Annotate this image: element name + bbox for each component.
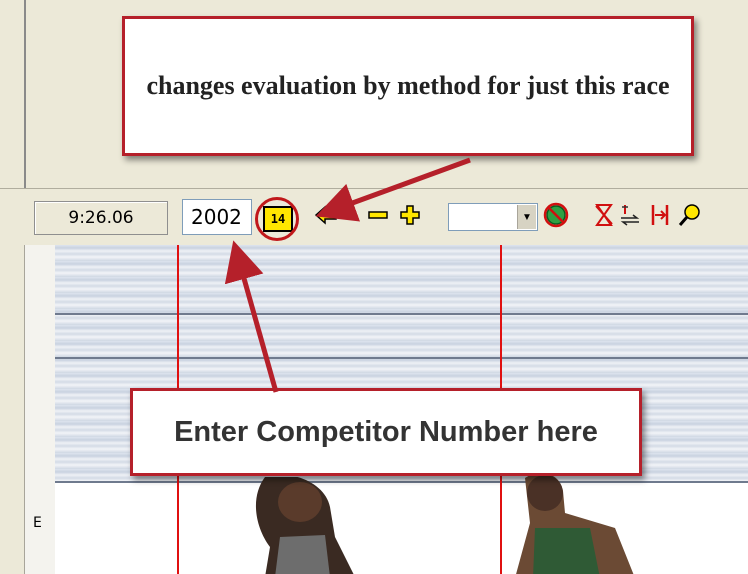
lane-ruler: E: [24, 245, 56, 574]
lane-line: [55, 357, 748, 359]
race-toolbar: 9:26.06 2002 14 ▼: [0, 188, 748, 245]
race-time-display: 9:26.06: [34, 201, 168, 235]
no-sync-icon: [543, 202, 569, 228]
lane-label: E: [33, 515, 42, 531]
competitor-number-callout: Enter Competitor Number here: [130, 388, 642, 476]
minus-icon: [368, 211, 388, 219]
competitor-number-input[interactable]: 2002: [182, 199, 252, 235]
previous-arrow-button[interactable]: [312, 201, 340, 229]
split-markers-icon: [651, 205, 669, 225]
split-button[interactable]: [646, 201, 674, 229]
plus-icon: [400, 205, 420, 225]
lane-line: [55, 481, 748, 483]
magnifier-icon: [678, 204, 700, 226]
swap-order-icon: [620, 205, 640, 226]
evaluation-method-callout: changes evaluation by method for just th…: [122, 16, 694, 156]
zoom-out-button[interactable]: [364, 201, 392, 229]
chevron-down-icon[interactable]: ▼: [517, 205, 536, 229]
clear-all-button[interactable]: [542, 201, 570, 229]
evaluation-button-highlight: [255, 197, 299, 241]
method-select[interactable]: ▼: [448, 203, 538, 231]
runner-right-image: [516, 473, 634, 574]
hourglass-cross-icon: [595, 204, 613, 226]
arrow-left-icon: [314, 205, 337, 225]
swap-button[interactable]: [616, 201, 644, 229]
zoom-in-button[interactable]: [396, 201, 424, 229]
delete-mark-button[interactable]: [590, 201, 618, 229]
lane-line: [55, 313, 748, 315]
search-button[interactable]: [676, 201, 704, 229]
runner-left-image: [255, 477, 354, 574]
panel-divider: [24, 0, 26, 188]
